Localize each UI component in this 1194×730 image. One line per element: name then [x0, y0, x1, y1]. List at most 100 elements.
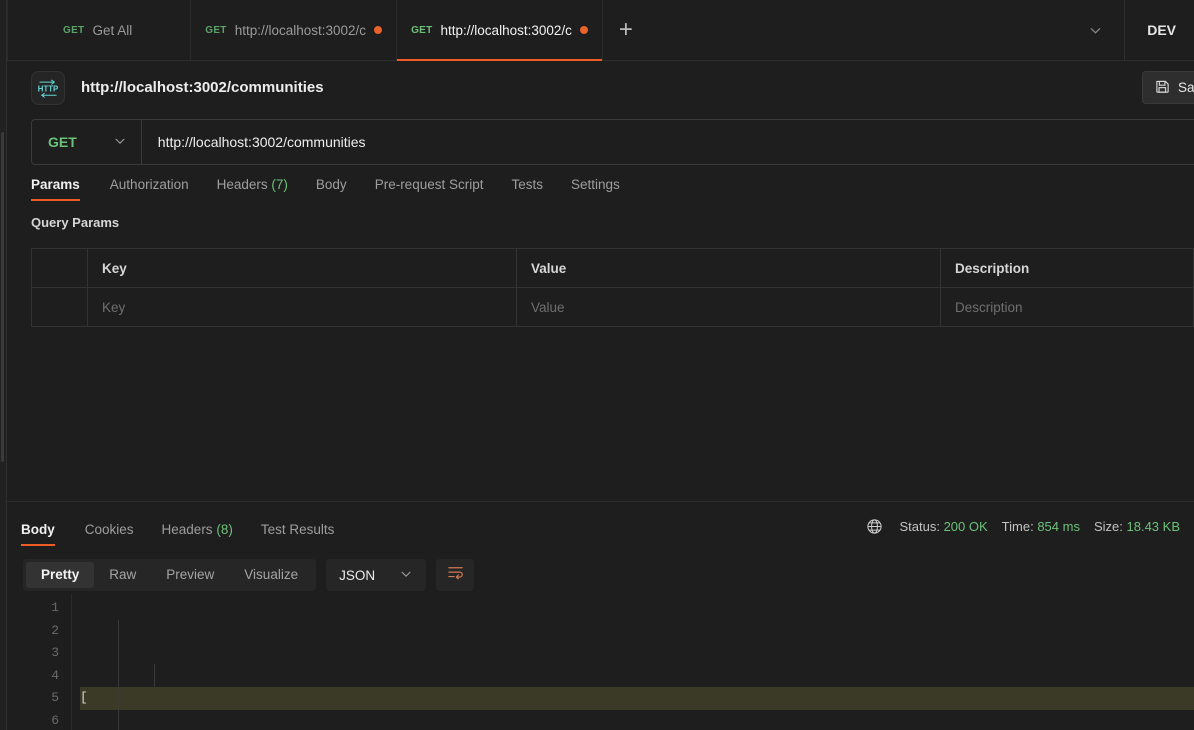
tab-label: Params — [31, 177, 80, 192]
column-value: Value — [516, 248, 941, 288]
line-number: 3 — [51, 645, 59, 660]
method-label: GET — [48, 134, 77, 150]
response-section-tabs: Body Cookies Headers (8) Test Results — [21, 522, 348, 546]
code-content[interactable]: [ { "_id": { "$oid": "000001d1d7627f7c58… — [71, 594, 1194, 730]
save-button-label: Sav — [1178, 80, 1194, 95]
time-item: Time: 854 ms — [1002, 519, 1080, 534]
url-bar-container: GET http://localhost:3002/communities — [7, 119, 1194, 165]
tab-body[interactable]: Body — [302, 177, 361, 201]
line-number: 6 — [51, 712, 59, 728]
line-number: 2 — [51, 622, 59, 638]
status-label: Status: — [899, 519, 940, 534]
column-description: Description — [940, 248, 1194, 288]
indent-guide — [118, 620, 119, 730]
size-label: Size: — [1093, 519, 1123, 534]
url-input[interactable]: http://localhost:3002/communities — [142, 120, 1194, 164]
query-params-table: Key Value Description Key Value Descript… — [31, 248, 1194, 327]
tab-title: http://localhost:3002/c — [440, 22, 572, 38]
postman-window: GET Get All GET http://localhost:3002/c … — [0, 0, 1194, 730]
tab-method-label: GET — [411, 24, 433, 36]
tab-method-label: GET — [205, 24, 227, 36]
unsaved-dot-icon — [579, 26, 588, 34]
table-header: Key Value Description — [31, 248, 1194, 288]
tab-communities-1[interactable]: GET http://localhost:3002/c — [191, 0, 398, 60]
new-tab-button[interactable]: + — [603, 0, 649, 60]
tab-count: (8) — [216, 522, 233, 537]
response-pane: Body Cookies Headers (8) Test Results St… — [7, 501, 1194, 730]
tab-label: Cookies — [84, 522, 134, 537]
column-checkbox — [31, 248, 88, 288]
tab-pre-request-script[interactable]: Pre-request Script — [361, 177, 498, 201]
query-params-label: Query Params — [31, 215, 120, 230]
sidebar-resize-handle[interactable] — [1, 132, 4, 462]
response-body-code[interactable]: 1 2 3 4 5 6 [ { "_id": { "$oid": "000001… — [7, 594, 1194, 730]
response-format-selector[interactable]: JSON — [326, 559, 427, 591]
request-header-actions: Sav — [1142, 71, 1194, 104]
environment-selector[interactable]: DEV — [1125, 0, 1194, 60]
format-label: JSON — [339, 567, 376, 583]
tab-title: Get All — [92, 22, 133, 38]
tab-label: Tests — [511, 177, 543, 192]
tab-count: (7) — [271, 177, 288, 192]
url-bar: GET http://localhost:3002/communities — [31, 119, 1194, 165]
tab-headers[interactable]: Headers (7) — [203, 177, 302, 201]
table-row[interactable]: Key Value Description — [31, 287, 1194, 327]
tab-communities-2[interactable]: GET http://localhost:3002/c — [397, 0, 603, 61]
view-mode-visualize[interactable]: Visualize — [229, 562, 313, 588]
tab-label: Test Results — [260, 522, 335, 537]
time-label: Time: — [1001, 519, 1034, 534]
chevron-down-icon[interactable] — [1066, 0, 1126, 60]
row-checkbox-cell[interactable] — [31, 287, 88, 327]
view-mode-raw[interactable]: Raw — [94, 562, 151, 588]
code-text: [ — [80, 690, 88, 705]
tab-label: Headers — [216, 177, 268, 192]
unsaved-dot-icon — [374, 26, 383, 34]
sidebar-collapsed-rail[interactable] — [0, 0, 7, 730]
row-description-input[interactable]: Description — [940, 287, 1194, 327]
code-line: [ — [80, 687, 1194, 710]
table-body: Key Value Description — [31, 287, 1194, 327]
tab-label: Authorization — [109, 177, 189, 192]
open-tabs-list: GET Get All GET http://localhost:3002/c … — [7, 0, 1066, 61]
row-key-input[interactable]: Key — [87, 287, 517, 327]
status-item: Status: 200 OK — [899, 519, 987, 534]
chevron-down-icon — [113, 134, 127, 151]
tab-label: Settings — [571, 177, 620, 192]
status-value: 200 OK — [943, 519, 988, 534]
row-value-input[interactable]: Value — [516, 287, 941, 327]
http-protocol-icon: HTTP — [31, 70, 65, 105]
table-header-row: Key Value Description — [31, 248, 1194, 288]
response-view-mode-group: Pretty Raw Preview Visualize — [23, 559, 317, 591]
size-item: Size: 18.43 KB — [1094, 519, 1180, 534]
line-number: 4 — [51, 667, 59, 683]
tab-method-label: GET — [63, 24, 85, 36]
wrap-text-icon — [446, 564, 465, 586]
tab-title: http://localhost:3002/c — [234, 22, 367, 38]
time-value: 854 ms — [1037, 519, 1080, 534]
tab-tests[interactable]: Tests — [497, 177, 557, 201]
save-button[interactable]: Sav — [1142, 71, 1194, 104]
view-mode-preview[interactable]: Preview — [151, 562, 229, 588]
line-number: 5 — [51, 690, 59, 705]
request-header: HTTP http://localhost:3002/communities S… — [7, 61, 1194, 114]
main-content: GET Get All GET http://localhost:3002/c … — [7, 0, 1194, 730]
tab-get-all[interactable]: GET Get All — [7, 0, 192, 60]
tab-response-body[interactable]: Body — [21, 522, 71, 546]
tab-params[interactable]: Params — [31, 177, 96, 201]
request-title: http://localhost:3002/communities — [81, 79, 324, 96]
wrap-text-button[interactable] — [436, 559, 475, 591]
tab-label: Body — [315, 177, 347, 192]
tab-test-results[interactable]: Test Results — [247, 522, 349, 546]
tab-label: Pre-request Script — [374, 177, 484, 192]
view-mode-pretty[interactable]: Pretty — [26, 562, 95, 588]
tab-settings[interactable]: Settings — [557, 177, 634, 201]
method-selector[interactable]: GET — [32, 120, 142, 164]
environment-label: DEV — [1147, 22, 1176, 38]
response-header: Body Cookies Headers (8) Test Results St… — [7, 502, 1194, 546]
globe-icon[interactable] — [866, 518, 883, 535]
response-toolbar: Pretty Raw Preview Visualize JSON — [7, 546, 1194, 594]
tab-authorization[interactable]: Authorization — [96, 177, 203, 201]
tab-cookies[interactable]: Cookies — [71, 522, 148, 546]
tab-label: Headers — [161, 522, 213, 537]
tab-response-headers[interactable]: Headers (8) — [148, 522, 247, 546]
